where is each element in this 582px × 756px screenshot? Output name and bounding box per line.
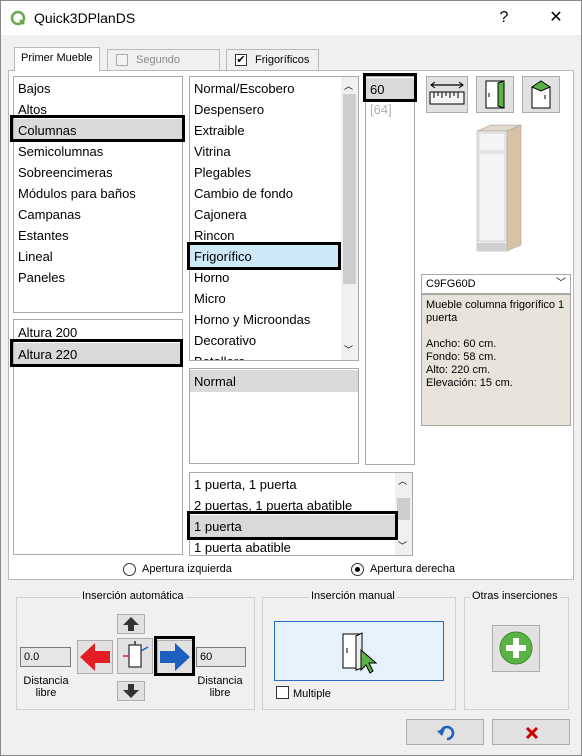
arrow-up-icon: [123, 617, 139, 631]
highlight-box: [154, 636, 195, 676]
help-button[interactable]: ?: [493, 7, 515, 29]
cabinet-top-green-icon: [530, 80, 552, 109]
close-red-icon: [525, 726, 539, 740]
cabinet-preview-image: [476, 124, 522, 252]
close-button[interactable]: ✕: [545, 7, 567, 29]
radio-opening-left-label: Apertura izquierda: [142, 563, 232, 575]
scroll-down-icon[interactable]: ﹀: [398, 539, 407, 552]
tab-primer-mueble[interactable]: Primer Mueble: [14, 47, 100, 71]
list-item[interactable]: Módulos para baños: [18, 183, 136, 204]
left-distance-label: Distancia libre: [23, 675, 69, 699]
list-item[interactable]: Horno: [194, 267, 229, 288]
scroll-up-icon[interactable]: ︿: [344, 79, 353, 92]
list-item[interactable]: Extraible: [194, 120, 245, 141]
model-select-value: C9FG60D: [426, 278, 476, 290]
scrollbar-thumb[interactable]: [343, 94, 356, 284]
highlight-box: [187, 511, 398, 540]
list-item[interactable]: 1 puerta, 1 puerta: [194, 474, 297, 495]
list-item[interactable]: Horno y Microondas: [194, 309, 310, 330]
highlight-box: [363, 73, 417, 102]
description-depth: Fondo: 58 cm.: [426, 351, 497, 363]
cabinet-rotate-icon: [123, 641, 149, 668]
checkbox-frigorificos[interactable]: ✔: [235, 54, 247, 66]
chevron-down-icon: ﹀: [556, 278, 566, 289]
window-title: Quick3DPlanDS: [34, 10, 136, 26]
tab-frigorificos[interactable]: ✔ Frigoríficos: [226, 49, 319, 71]
variant-list[interactable]: Normal: [189, 368, 359, 464]
description-height: Alto: 220 cm.: [426, 364, 491, 376]
move-left-button[interactable]: [77, 640, 113, 674]
list-item[interactable]: Estantes: [18, 225, 69, 246]
cabinet-green-icon: [485, 80, 505, 109]
rotate-button[interactable]: [117, 638, 153, 674]
list-item[interactable]: Botellero: [194, 351, 245, 360]
list-item-selected[interactable]: Normal: [194, 371, 236, 392]
list-item[interactable]: Bajos: [18, 78, 51, 99]
tab-segundo-mueble[interactable]: Segundo Mueble: [107, 49, 220, 86]
list-item[interactable]: Normal/Escobero: [194, 78, 294, 99]
cancel-button[interactable]: [492, 719, 570, 745]
left-distance-input[interactable]: 0.0: [20, 647, 71, 667]
list-item[interactable]: Decorativo: [194, 330, 256, 351]
checkbox-multiple[interactable]: [276, 686, 289, 699]
other-insert-title: Otras inserciones: [470, 590, 560, 602]
description-width: Ancho: 60 cm.: [426, 338, 497, 350]
width-list[interactable]: 60 [64]: [365, 76, 415, 465]
ruler-icon: [429, 81, 465, 105]
top-green-button[interactable]: [522, 76, 560, 113]
undo-button[interactable]: [406, 719, 484, 745]
app-logo-icon: [10, 10, 26, 26]
list-item[interactable]: Cajonera: [194, 204, 247, 225]
list-item[interactable]: Micro: [194, 288, 226, 309]
scroll-up-icon[interactable]: ︿: [398, 474, 407, 487]
highlight-box: [187, 242, 341, 270]
radio-opening-left[interactable]: [123, 563, 136, 576]
highlight-box: [10, 339, 183, 367]
description-title: Mueble columna frigorífico 1 puerta: [426, 299, 565, 324]
auto-insert-title: Inserción automática: [80, 590, 186, 602]
arrow-down-icon: [123, 684, 139, 698]
plus-icon: [499, 631, 533, 665]
list-item[interactable]: Plegables: [194, 162, 251, 183]
radio-opening-right[interactable]: [351, 563, 364, 576]
scroll-down-icon[interactable]: ﹀: [344, 343, 353, 356]
list-item[interactable]: Paneles: [18, 267, 65, 288]
manual-insert-title: Inserción manual: [309, 590, 397, 602]
scrollbar-thumb[interactable]: [397, 498, 410, 520]
measure-button[interactable]: [426, 76, 468, 113]
description-elevation: Elevación: 15 cm.: [426, 377, 513, 389]
red-arrow-left-icon: [80, 643, 110, 671]
tab-label: Frigoríficos: [255, 54, 310, 66]
checkbox-multiple-label: Multiple: [293, 688, 331, 700]
description-box: Mueble columna frigorífico 1 puerta Anch…: [421, 294, 571, 426]
tab-label: Primer Mueble: [21, 52, 93, 64]
highlight-box: [10, 115, 185, 142]
list-item[interactable]: Semicolumnas: [18, 141, 103, 162]
list-item[interactable]: Campanas: [18, 204, 81, 225]
right-distance-label: Distancia libre: [197, 675, 243, 699]
move-down-button[interactable]: [117, 681, 145, 701]
radio-opening-right-label: Apertura derecha: [370, 563, 455, 575]
list-item[interactable]: Cambio de fondo: [194, 183, 293, 204]
list-item[interactable]: Lineal: [18, 246, 53, 267]
add-insert-button[interactable]: [492, 625, 540, 672]
list-item-disabled: [64]: [370, 102, 392, 117]
move-up-button[interactable]: [117, 614, 145, 634]
radio-dot: [355, 567, 360, 572]
category-list[interactable]: Bajos Altos Columnas Semicolumnas Sobree…: [13, 76, 183, 313]
checkbox-segundo-mueble[interactable]: [116, 54, 128, 66]
manual-insert-button[interactable]: [274, 621, 444, 681]
model-select[interactable]: C9FG60D ﹀: [421, 274, 571, 294]
list-item[interactable]: Vitrina: [194, 141, 231, 162]
list-item[interactable]: Sobreencimeras: [18, 162, 113, 183]
undo-icon: [437, 725, 455, 741]
cabinet-cursor-icon: [342, 632, 378, 674]
scrollbar[interactable]: ︿ ﹀: [341, 77, 358, 360]
title-bar: Quick3DPlanDS ? ✕: [1, 1, 581, 35]
list-item[interactable]: Despensero: [194, 99, 264, 120]
right-distance-input[interactable]: 60: [196, 647, 246, 667]
dialog-window: Quick3DPlanDS ? ✕ Primer Mueble Segundo …: [0, 0, 582, 756]
type-list[interactable]: Normal/Escobero Despensero Extraible Vit…: [189, 76, 359, 361]
front-green-button[interactable]: [476, 76, 514, 113]
